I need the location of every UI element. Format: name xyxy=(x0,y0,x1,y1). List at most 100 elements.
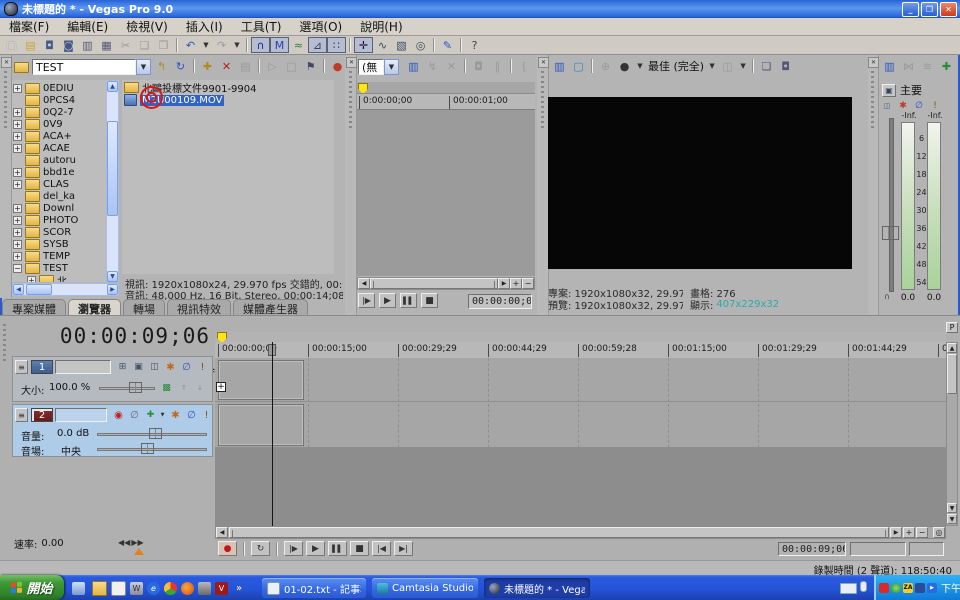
track-fx-icon[interactable]: ▣ xyxy=(131,360,146,374)
scroll-right-icon[interactable]: ▶ xyxy=(107,284,118,295)
tree-item[interactable]: +CLAS xyxy=(13,178,105,190)
tree-hscroll-thumb[interactable] xyxy=(26,284,52,295)
redo-dropdown-icon[interactable]: ▼ xyxy=(231,37,243,53)
menu-view[interactable]: 檢視(V) xyxy=(117,17,177,36)
scroll-up-icon[interactable]: ▲ xyxy=(107,81,118,92)
tree-item[interactable]: +bbd1e xyxy=(13,166,105,178)
big-time-display[interactable]: 00:00:09;06 xyxy=(10,324,210,352)
video-track-lane[interactable] xyxy=(215,358,946,402)
record-icon[interactable]: ● xyxy=(218,541,237,556)
tree-expander[interactable]: + xyxy=(13,120,22,129)
tree-expander[interactable]: + xyxy=(13,180,22,189)
automation-gear-icon[interactable]: ✱ xyxy=(163,360,178,374)
video-level-value[interactable]: 100.0 % xyxy=(49,382,90,393)
address-dropdown-icon[interactable]: ▼ xyxy=(136,59,151,75)
trimmer-stop-icon[interactable]: ■ xyxy=(421,293,438,308)
tree-expander[interactable]: + xyxy=(13,168,22,177)
stop-icon[interactable]: ■ xyxy=(350,541,369,556)
timeline-hscroll-thumb[interactable] xyxy=(229,527,889,538)
title-bar[interactable]: 未標題的 * - Vegas Pro 9.0 _ ❐ ✕ xyxy=(0,0,960,18)
dim-output-icon[interactable]: ≋ xyxy=(918,58,937,74)
track-motion-icon[interactable]: ⊞ xyxy=(115,360,130,374)
close-button[interactable]: ✕ xyxy=(940,2,957,17)
tree-expander[interactable]: + xyxy=(13,108,22,117)
whats-this-help-icon[interactable]: ? xyxy=(465,37,484,53)
tree-item[interactable]: +ACA+ xyxy=(13,130,105,142)
zoom-edit-tool-icon[interactable]: ◎ xyxy=(933,527,945,538)
trimmer-play-icon[interactable]: ▶ xyxy=(379,293,396,308)
fx-dropdown-icon[interactable]: ▼ xyxy=(158,408,167,422)
vegas-quicklaunch-icon[interactable]: V xyxy=(215,582,228,595)
insert-fx-icon[interactable]: ◫ xyxy=(880,98,894,114)
tray-flag-icon[interactable] xyxy=(879,583,889,593)
tree-expander[interactable]: + xyxy=(13,252,22,261)
zoom-out-icon[interactable]: − xyxy=(916,527,928,538)
tree-item[interactable]: +Downl xyxy=(13,202,105,214)
zoom-in-icon[interactable]: + xyxy=(510,278,522,289)
trimmer-properties-icon[interactable]: ▥ xyxy=(404,58,423,74)
tree-item[interactable]: autoru xyxy=(13,154,105,166)
tree-expander[interactable]: + xyxy=(13,84,22,93)
split-screen-dropdown-icon[interactable]: ▼ xyxy=(737,58,749,74)
selection-start-display[interactable] xyxy=(850,542,906,556)
audio-track-number[interactable]: 2 xyxy=(31,408,53,422)
video-track-header[interactable]: ≡ 1 ⊞ ▣ ◫ ✱ ∅ ! 大小: 100.0 % ▩ ↑ ↓ xyxy=(12,356,213,402)
quantize-frames-icon[interactable]: M xyxy=(270,37,289,53)
timeline-vscrollbar[interactable]: ▲ ▼ ▼ xyxy=(946,342,958,526)
redo-icon[interactable]: ↷ xyxy=(212,37,231,53)
quicklaunch-chevron-icon[interactable]: » xyxy=(236,583,242,594)
track-name-field[interactable] xyxy=(55,360,111,374)
tree-expander[interactable]: + xyxy=(13,228,22,237)
invert-phase-icon[interactable]: ∅ xyxy=(127,408,142,422)
properties-icon[interactable]: ▥ xyxy=(78,37,97,53)
selection-length-display[interactable] xyxy=(909,542,944,556)
shuttle-right-icon[interactable]: ▶▶ xyxy=(131,538,143,547)
trimmer-marker-flag[interactable] xyxy=(358,83,368,94)
start-preview-icon[interactable]: ▷ xyxy=(263,58,282,74)
scroll-down-icon[interactable]: ▼ xyxy=(107,271,118,282)
playhead-line[interactable] xyxy=(272,342,273,526)
video-level-slider-track[interactable] xyxy=(99,387,155,390)
preview-properties-icon[interactable]: ▥ xyxy=(550,58,569,74)
menu-edit[interactable]: 編輯(E) xyxy=(58,17,117,36)
create-subclip-icon[interactable]: ↯ xyxy=(423,58,442,74)
pause-icon[interactable]: ▌▌ xyxy=(328,541,347,556)
downmix-icon[interactable]: ⋈ xyxy=(899,58,918,74)
trimmer-time-display[interactable]: 00:00:00;00 xyxy=(468,294,532,309)
task-camtasia[interactable]: Camtasia Studio - Unti... xyxy=(372,578,478,598)
bus-button[interactable]: ▣ xyxy=(882,84,896,97)
firefox-icon[interactable] xyxy=(181,582,194,595)
quality-dropdown-icon[interactable]: ▼ xyxy=(634,58,646,74)
track-solo-icon[interactable]: ! xyxy=(195,360,210,374)
audio-track-header-selected[interactable]: ≡ 2 ◉ ∅ ✚ ▼ ✱ ∅ ! 音量: 0.0 dB 音場: 中央 xyxy=(12,404,213,457)
menu-insert[interactable]: 插入(I) xyxy=(177,17,232,36)
zoom-tool-icon[interactable]: ◎ xyxy=(411,37,430,53)
tree-item[interactable]: +SCOR xyxy=(13,226,105,238)
chrome-icon[interactable] xyxy=(164,582,177,595)
scroll-down-icon[interactable]: ▼ xyxy=(947,503,957,513)
capture-video-icon[interactable]: ▦ xyxy=(97,37,116,53)
tree-item[interactable]: +ACAE xyxy=(13,142,105,154)
zoom-out-icon[interactable]: − xyxy=(522,278,534,289)
internet-explorer-icon[interactable]: e xyxy=(147,582,160,595)
timeline-ruler[interactable]: 00:00:00;00 00:00:15;00 00:00:29;29 00:0… xyxy=(215,342,946,359)
trimmer-close-icon[interactable]: ✕ xyxy=(346,57,357,68)
undo-dropdown-icon[interactable]: ▼ xyxy=(200,37,212,53)
track-minimize-grip[interactable]: ≡ xyxy=(15,360,28,374)
paste-icon[interactable]: ❒ xyxy=(154,37,173,53)
zoom-in-icon[interactable]: + xyxy=(903,527,915,538)
tree-item[interactable]: +0V9 xyxy=(13,118,105,130)
trimmer-grip[interactable]: ✕ xyxy=(345,55,357,315)
shuttle-control[interactable]: ◀◀ ▶▶ xyxy=(118,538,144,547)
meter-peak-right[interactable]: -Inf. xyxy=(924,111,946,120)
start-button[interactable]: 開始 xyxy=(0,575,64,600)
split-screen-icon[interactable]: ◫ xyxy=(718,58,737,74)
maximize-button[interactable]: ❐ xyxy=(921,2,938,17)
track-solo-icon[interactable]: ! xyxy=(200,408,213,422)
tray-zonealarm-icon[interactable]: ZA xyxy=(903,583,913,593)
scroll-up-icon[interactable]: ▲ xyxy=(947,343,957,353)
tree-item[interactable]: 0PCS4 xyxy=(13,94,105,106)
video-fx-icon[interactable]: ▩ xyxy=(159,381,174,395)
tree-item[interactable]: +0EDIU xyxy=(13,82,105,94)
track-name-field[interactable] xyxy=(55,408,107,422)
